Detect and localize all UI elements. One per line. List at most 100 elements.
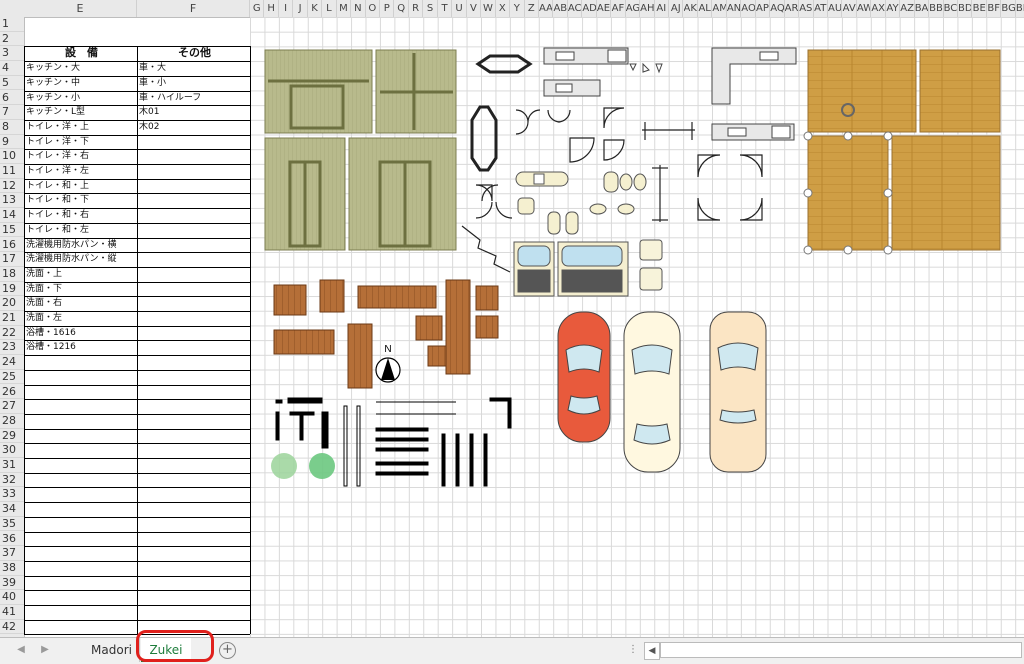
setsubi-cell[interactable]: キッチン・大 xyxy=(24,61,137,76)
row-header[interactable]: 40 xyxy=(0,590,24,605)
column-header[interactable]: AY xyxy=(886,0,901,17)
row-header[interactable]: 23 xyxy=(0,340,24,356)
row-header[interactable]: 38 xyxy=(0,561,24,576)
column-header[interactable]: AH xyxy=(640,0,655,17)
column-header[interactable]: AP xyxy=(756,0,771,17)
column-header[interactable]: W xyxy=(481,0,496,17)
setsubi-cell[interactable]: キッチン・小 xyxy=(24,91,137,106)
row-header[interactable]: 15 xyxy=(0,223,24,238)
row-header[interactable]: 11 xyxy=(0,164,24,179)
row-header[interactable]: 25 xyxy=(0,370,24,385)
row-header[interactable]: 42 xyxy=(0,620,24,635)
column-header[interactable]: P xyxy=(380,0,395,17)
car-highroof[interactable] xyxy=(709,311,767,473)
column-header[interactable]: U xyxy=(452,0,467,17)
column-header[interactable]: S xyxy=(423,0,438,17)
column-header[interactable]: AK xyxy=(684,0,698,17)
sonota-cell[interactable]: 車・ハイルーフ xyxy=(137,91,250,106)
sonota-cell[interactable]: 車・大 xyxy=(137,61,250,76)
column-header-F[interactable]: F xyxy=(137,0,250,17)
add-sheet-button[interactable]: + xyxy=(219,642,236,659)
row-header[interactable]: 36 xyxy=(0,532,24,547)
washer-pans[interactable] xyxy=(513,241,629,297)
horizontal-scrollbar[interactable] xyxy=(660,642,1022,658)
row-header[interactable]: 39 xyxy=(0,576,24,591)
row-header[interactable]: 5 xyxy=(0,76,24,91)
select-all-corner[interactable] xyxy=(0,0,25,18)
column-header[interactable]: AA xyxy=(539,0,554,17)
setsubi-cell[interactable]: キッチン・中 xyxy=(24,76,137,91)
setsubi-cell[interactable]: 洗面・上 xyxy=(24,267,137,282)
row-header[interactable]: 13 xyxy=(0,193,24,209)
row-header[interactable]: 14 xyxy=(0,208,24,223)
row-header-bar[interactable]: 1 2 3 4 5 6 7 8 9 10 11 12 13 14 15 16 17 18 19 20 21 22 23 24 2… xyxy=(0,17,25,637)
column-header[interactable]: R xyxy=(409,0,424,17)
column-header[interactable]: AU xyxy=(828,0,843,17)
row-header[interactable]: 12 xyxy=(0,179,24,194)
row-header[interactable]: 3 xyxy=(0,46,24,62)
row-header[interactable]: 31 xyxy=(0,458,24,473)
row-header[interactable]: 4 xyxy=(0,61,24,76)
tatami-mats[interactable] xyxy=(264,49,457,251)
column-header[interactable]: J xyxy=(293,0,308,17)
sonota-cell[interactable]: 車・小 xyxy=(137,76,250,91)
row-header[interactable]: 29 xyxy=(0,429,24,444)
row-header[interactable]: 6 xyxy=(0,91,24,106)
column-header[interactable]: AE xyxy=(597,0,612,17)
column-header[interactable]: BC xyxy=(944,0,959,17)
column-header-bar[interactable]: E F G H I J K L M N O P Q R S T U V W X Y Z AA AB AC AD AE AF AG AH… xyxy=(24,0,1024,18)
row-header[interactable]: 35 xyxy=(0,517,24,532)
tree-symbols[interactable] xyxy=(271,453,335,479)
tab-madori[interactable]: Madori xyxy=(84,638,140,662)
next-sheet-button[interactable]: ▶ xyxy=(38,643,52,657)
setsubi-cell[interactable]: 浴槽・1216 xyxy=(24,340,137,355)
column-header[interactable]: BG xyxy=(1001,0,1016,17)
row-header[interactable]: 1 xyxy=(0,17,24,32)
setsubi-cell[interactable]: 洗面・下 xyxy=(24,282,137,297)
column-header[interactable]: AM xyxy=(712,0,727,17)
row-header[interactable]: 22 xyxy=(0,326,24,341)
sonota-cell[interactable]: 木02 xyxy=(137,120,250,135)
column-header[interactable]: AS xyxy=(799,0,814,17)
column-header[interactable]: I xyxy=(279,0,294,17)
column-header[interactable]: AN xyxy=(727,0,742,17)
column-header[interactable]: AX xyxy=(871,0,886,17)
column-header[interactable]: BA xyxy=(915,0,930,17)
column-header[interactable]: AJ xyxy=(669,0,684,17)
column-header[interactable]: AI xyxy=(655,0,670,17)
setsubi-cell[interactable]: トイレ・洋・左 xyxy=(24,164,137,179)
column-header[interactable]: AT xyxy=(814,0,828,17)
row-header[interactable]: 37 xyxy=(0,546,24,561)
column-header[interactable]: AQ xyxy=(770,0,785,17)
column-header[interactable]: AF xyxy=(611,0,626,17)
setsubi-cell[interactable]: トイレ・洋・右 xyxy=(24,149,137,164)
hscroll-left-button[interactable]: ◀ xyxy=(644,642,660,660)
column-header[interactable]: Q xyxy=(395,0,409,17)
column-header[interactable]: T xyxy=(438,0,453,17)
row-header[interactable]: 33 xyxy=(0,487,24,503)
row-header[interactable]: 19 xyxy=(0,282,24,297)
column-header[interactable]: AR xyxy=(785,0,800,17)
column-header[interactable]: V xyxy=(467,0,482,17)
setsubi-cell[interactable]: トイレ・和・右 xyxy=(24,208,137,223)
row-header[interactable]: 8 xyxy=(0,120,24,135)
row-header[interactable]: 16 xyxy=(0,238,24,253)
column-header[interactable]: O xyxy=(366,0,381,17)
car-large-red[interactable] xyxy=(557,311,611,443)
row-header[interactable]: 24 xyxy=(0,355,24,370)
column-header[interactable]: M xyxy=(337,0,352,17)
row-header[interactable]: 10 xyxy=(0,149,24,164)
setsubi-cell[interactable]: 洗面・右 xyxy=(24,296,137,311)
setsubi-cell[interactable]: トイレ・洋・上 xyxy=(24,120,137,135)
row-header[interactable]: 7 xyxy=(0,105,24,120)
column-header[interactable]: AZ xyxy=(900,0,915,17)
column-header[interactable]: K xyxy=(308,0,323,17)
setsubi-cell[interactable]: 洗濯機用防水パン・縦 xyxy=(24,252,137,267)
kitchen-fixtures[interactable] xyxy=(543,47,797,141)
row-header[interactable]: 26 xyxy=(0,385,24,400)
column-header[interactable]: N xyxy=(351,0,366,17)
row-header[interactable]: 27 xyxy=(0,399,24,414)
setsubi-cell[interactable]: トイレ・和・左 xyxy=(24,223,137,238)
column-header[interactable]: X xyxy=(496,0,511,17)
row-header[interactable]: 21 xyxy=(0,311,24,326)
